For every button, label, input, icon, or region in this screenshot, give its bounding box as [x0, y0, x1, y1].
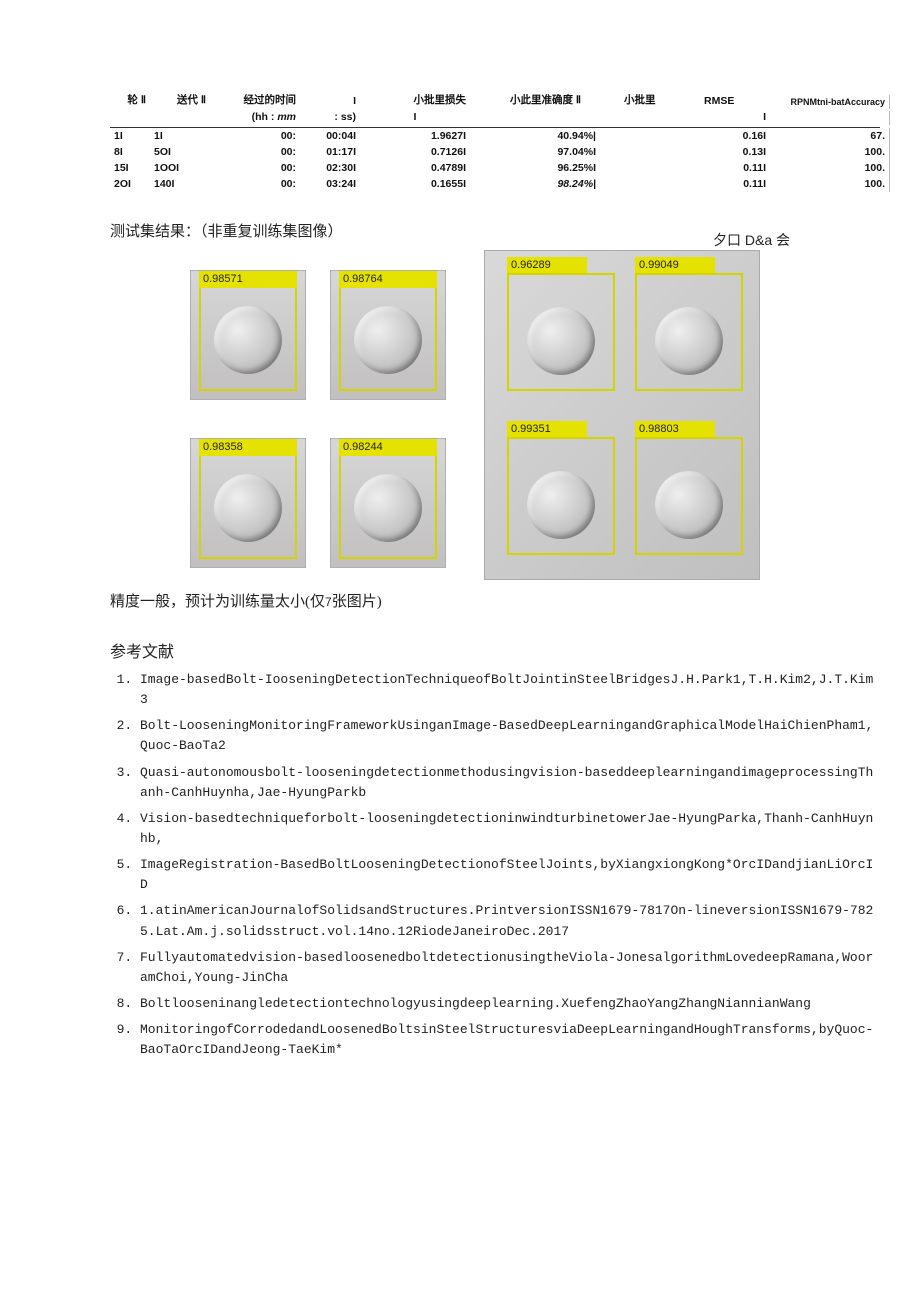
col-elapsed: 经过的时间: [210, 90, 300, 109]
detection-thumb: 0.98571: [190, 270, 306, 400]
detection-bbox: [507, 273, 615, 391]
reference-item: Image-basedBolt-IooseningDetectionTechni…: [140, 670, 880, 710]
elapsed-unit-a: (hh : mm: [210, 111, 300, 125]
table-row: 2OI140I00:03:24I0.1655I98.24%|0.11I100.: [110, 176, 880, 192]
reference-item: Fullyautomatedvision-basedloosenedboltde…: [140, 948, 880, 988]
table-row: 1I1I00:00:04I1.9627I40.94%|0.16I67.: [110, 128, 880, 144]
score-label: 0.98803: [635, 421, 715, 437]
reference-item: MonitoringofCorrodedandLoosenedBoltsinSt…: [140, 1020, 880, 1060]
sep-i-1: I: [360, 111, 470, 125]
col-sep1: I: [300, 93, 360, 109]
reference-item: Quasi-autonomousbolt-looseningdetectionm…: [140, 763, 880, 803]
score-label: 0.98571: [199, 270, 297, 288]
detection-image-right: 0.96289 0.99049 0.99351 0.98803: [484, 250, 760, 580]
table-row: 8I5OI00:01:17I0.7126I97.04%I0.13I100.: [110, 144, 880, 160]
detection-bbox: [635, 437, 743, 555]
precision-note: 精度一般，预计为训练量太小(仅7张图片): [110, 590, 880, 614]
score-label: 0.98764: [339, 270, 437, 288]
col-rmse: RMSE: [700, 93, 770, 109]
references-list: Image-basedBolt-IooseningDetectionTechni…: [110, 670, 880, 1060]
training-table: 轮 Ⅱ 送代 Ⅱ 经过的时间 I 小批里损失 小此里准确度 Ⅱ 小批里 RMSE…: [110, 90, 880, 192]
detection-thumb: 0.98358: [190, 438, 306, 568]
reference-item: Bolt-LooseningMonitoringFrameworkUsingan…: [140, 716, 880, 756]
references-title: 参考文献: [110, 638, 880, 662]
detection-images: 0.98571 0.98764 0.98358 0.98244 0.96289 0.99…: [190, 250, 790, 580]
score-label: 0.99049: [635, 257, 715, 273]
col-loss: 小批里损失: [360, 90, 470, 109]
col-rmse-lbl: 小批里: [620, 90, 700, 109]
detection-bbox: [507, 437, 615, 555]
score-label: 0.98358: [199, 438, 297, 456]
table-row: 15I1OOI00:02:30I0.4789I96.25%I0.11I100.: [110, 160, 880, 176]
score-label: 0.96289: [507, 257, 587, 273]
detection-thumb: 0.98764: [330, 270, 446, 400]
reference-item: 1.atinAmericanJournalofSolidsandStructur…: [140, 901, 880, 941]
reference-item: ImageRegistration-BasedBoltLooseningDete…: [140, 855, 880, 895]
sep-i-2: I: [700, 111, 770, 125]
col-epoch: 轮 Ⅱ: [110, 90, 150, 109]
col-iter: 送代 Ⅱ: [150, 90, 210, 109]
elapsed-unit-b: : ss): [300, 111, 360, 125]
reference-item: Vision-basedtechniqueforbolt-looseningde…: [140, 809, 880, 849]
score-label: 0.99351: [507, 421, 587, 437]
overlay-text: 夕口 D&a 会: [713, 230, 790, 250]
col-acc: 小此里准确度 Ⅱ: [470, 90, 620, 109]
detection-bbox: [635, 273, 743, 391]
col-rpn: RPNMtni-batAccuracy: [770, 95, 890, 109]
reference-item: Boltlooseninangledetectiontechnologyusin…: [140, 994, 880, 1014]
detection-thumb: 0.98244: [330, 438, 446, 568]
score-label: 0.98244: [339, 438, 437, 456]
